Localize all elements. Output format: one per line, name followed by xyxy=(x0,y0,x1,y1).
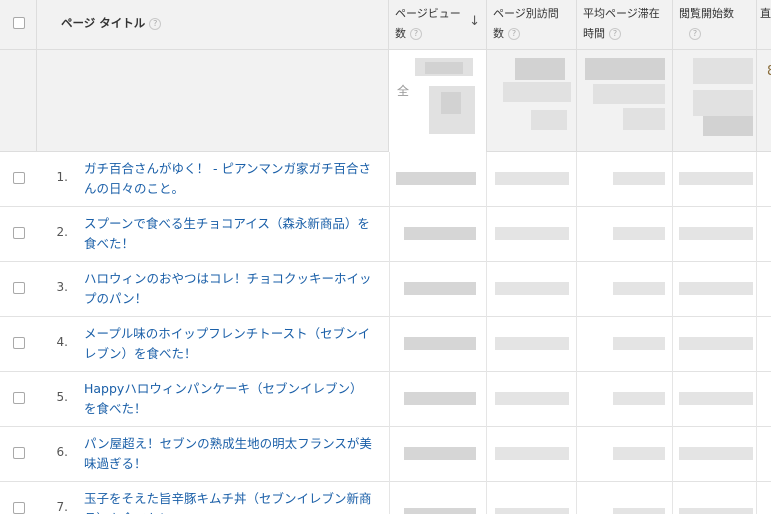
help-icon[interactable]: ? xyxy=(149,17,162,30)
help-icon[interactable]: ? xyxy=(410,28,422,40)
help-icon[interactable]: ? xyxy=(689,28,701,40)
row-checkbox[interactable] xyxy=(13,172,25,184)
totals-row: 全 8 xyxy=(0,50,771,152)
totals-unique-pageviews xyxy=(487,50,577,152)
select-all-cell xyxy=(0,0,37,50)
column-header-page-title[interactable]: ページ タイトル? xyxy=(37,0,389,50)
column-header-entrances[interactable]: 閲覧開始数 ? xyxy=(673,0,757,50)
row-checkbox[interactable] xyxy=(13,282,25,294)
row-index: 1. xyxy=(56,170,68,184)
row-checkbox[interactable] xyxy=(13,447,25,459)
pageviews-label: ページビュー xyxy=(395,7,461,20)
row-index: 5. xyxy=(56,390,68,404)
table-header: ページ タイトル? ページビュー 数? ↓ ページ別訪問 数? 平均ページ滞在 … xyxy=(0,0,771,50)
table-row: 1. ガチ百合さんがゆく！ - ピアンマンガ家ガチ百合さんの日々のこと。 xyxy=(0,152,771,207)
help-icon[interactable]: ? xyxy=(609,28,621,40)
page-title-link[interactable]: 玉子をそえた旨辛豚キムチ丼（セブンイレブン新商品）を食べた！ xyxy=(84,489,374,514)
pageviews-label-2: 数 xyxy=(395,27,406,40)
row-index: 3. xyxy=(56,280,68,294)
unique-pageviews-label: ページ別訪問 xyxy=(493,7,559,20)
row-checkbox[interactable] xyxy=(13,337,25,349)
row-checkbox[interactable] xyxy=(13,502,25,514)
totals-next-partial: 8 xyxy=(767,64,771,79)
help-icon[interactable]: ? xyxy=(508,28,520,40)
avg-time-label-2: 時間 xyxy=(583,27,605,40)
table-row: 4. メープル味のホイップフレンチトースト（セブンイレブン）を食べた！ xyxy=(0,317,771,372)
page-title-link[interactable]: パン屋超え！セブンの熟成生地の明太フランスが美味過ぎる！ xyxy=(84,434,374,474)
row-index: 2. xyxy=(56,225,68,239)
totals-entrances xyxy=(673,50,757,152)
unique-pageviews-label-2: 数 xyxy=(493,27,504,40)
row-index: 6. xyxy=(56,445,68,459)
page-title-link[interactable]: メープル味のホイップフレンチトースト（セブンイレブン）を食べた！ xyxy=(84,324,374,364)
table-row: 7. 玉子をそえた旨辛豚キムチ丼（セブンイレブン新商品）を食べた！ xyxy=(0,482,771,514)
table-row: 5. Happyハロウィンパンケーキ（セブンイレブン）を食べた！ xyxy=(0,372,771,427)
row-index: 4. xyxy=(56,335,68,349)
totals-avg-time xyxy=(577,50,673,152)
table-row: 2. スプーンで食べる生チョコアイス（森永新商品）を食べた！ xyxy=(0,207,771,262)
row-index: 7. xyxy=(56,500,68,514)
column-header-avg-time[interactable]: 平均ページ滞在 時間? xyxy=(577,0,673,50)
page-title-link[interactable]: ガチ百合さんがゆく！ - ピアンマンガ家ガチ百合さんの日々のこと。 xyxy=(84,159,374,199)
column-header-pageviews[interactable]: ページビュー 数? ↓ xyxy=(389,0,487,50)
sort-descending-icon[interactable]: ↓ xyxy=(469,12,480,32)
row-checkbox[interactable] xyxy=(13,392,25,404)
row-checkbox[interactable] xyxy=(13,227,25,239)
page-title-link[interactable]: Happyハロウィンパンケーキ（セブンイレブン）を食べた！ xyxy=(84,379,374,419)
entrances-label: 閲覧開始数 xyxy=(679,7,734,20)
totals-pageviews: 全 xyxy=(389,50,487,152)
avg-time-label: 平均ページ滞在 xyxy=(583,7,660,20)
page-title-link[interactable]: スプーンで食べる生チョコアイス（森永新商品）を食べた！ xyxy=(84,214,374,254)
table-row: 6. パン屋超え！セブンの熟成生地の明太フランスが美味過ぎる！ xyxy=(0,427,771,482)
column-header-next[interactable]: 直 xyxy=(757,0,771,50)
next-column-label: 直 xyxy=(760,7,771,20)
page-title-label: ページ タイトル xyxy=(61,16,146,30)
select-all-checkbox[interactable] xyxy=(13,17,25,29)
totals-label: 全 xyxy=(397,84,410,98)
column-header-unique-pageviews[interactable]: ページ別訪問 数? xyxy=(487,0,577,50)
page-title-link[interactable]: ハロウィンのおやつはコレ！チョコクッキーホイップのパン！ xyxy=(84,269,374,309)
table-row: 3. ハロウィンのおやつはコレ！チョコクッキーホイップのパン！ xyxy=(0,262,771,317)
analytics-table: ページ タイトル? ページビュー 数? ↓ ページ別訪問 数? 平均ページ滞在 … xyxy=(0,0,771,514)
